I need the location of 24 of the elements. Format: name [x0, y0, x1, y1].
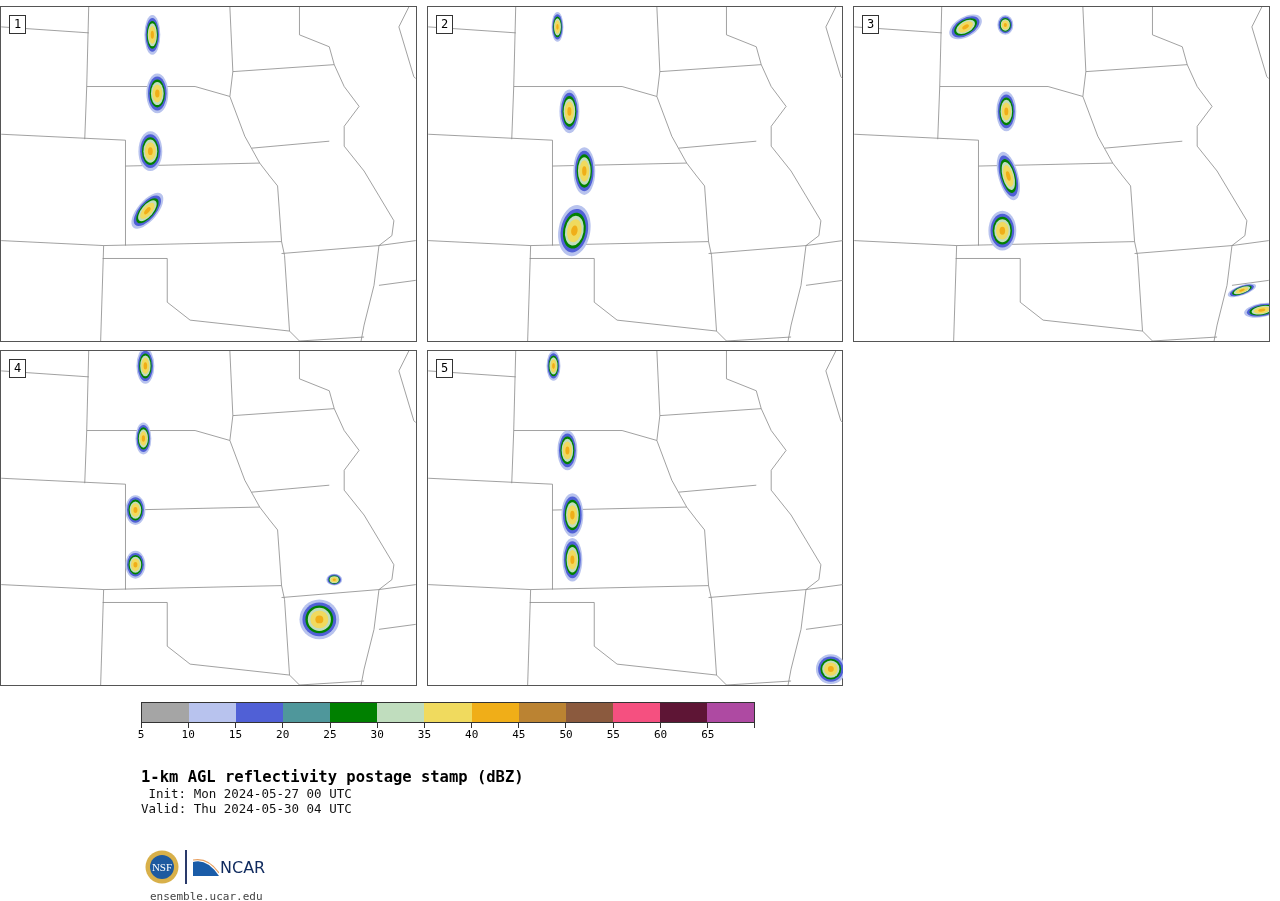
scale-tick-label: 50 — [559, 728, 573, 741]
scale-tick-label: 10 — [181, 728, 195, 741]
panel-number: 5 — [436, 359, 454, 378]
scale-tick-label: 60 — [653, 728, 668, 741]
init-time: Init: Mon 2024-05-27 00 UTC — [147, 786, 353, 801]
panel-number: 1 — [9, 15, 27, 34]
panel-number: 2 — [436, 15, 454, 34]
scale-tick-label: 40 — [465, 728, 479, 741]
scale-tick-label: 65 — [701, 728, 715, 741]
chart-title: 1-km AGL reflectivity postage stamp (dBZ) — [141, 768, 525, 786]
scale-tick-label: 20 — [276, 728, 290, 741]
scale-tick-label: 55 — [606, 728, 620, 741]
ncar-logo: NCAR — [193, 858, 266, 876]
nsf-logo: NSF — [145, 850, 179, 884]
website-url: ensemble.ucar.edu — [150, 890, 264, 901]
scale-tick-label: 45 — [512, 728, 526, 741]
valid-time: Valid: Thu 2024-05-30 04 UTC — [141, 801, 353, 816]
scale-tick-label: 35 — [417, 728, 432, 741]
scale-tick-label: 5 — [137, 728, 145, 741]
scale-tick-label: 15 — [228, 728, 243, 741]
scale-tick-label: 30 — [370, 728, 384, 741]
scale-tick-label: 25 — [323, 728, 337, 741]
panel-number: 3 — [862, 15, 880, 34]
panel-number: 4 — [9, 359, 27, 378]
